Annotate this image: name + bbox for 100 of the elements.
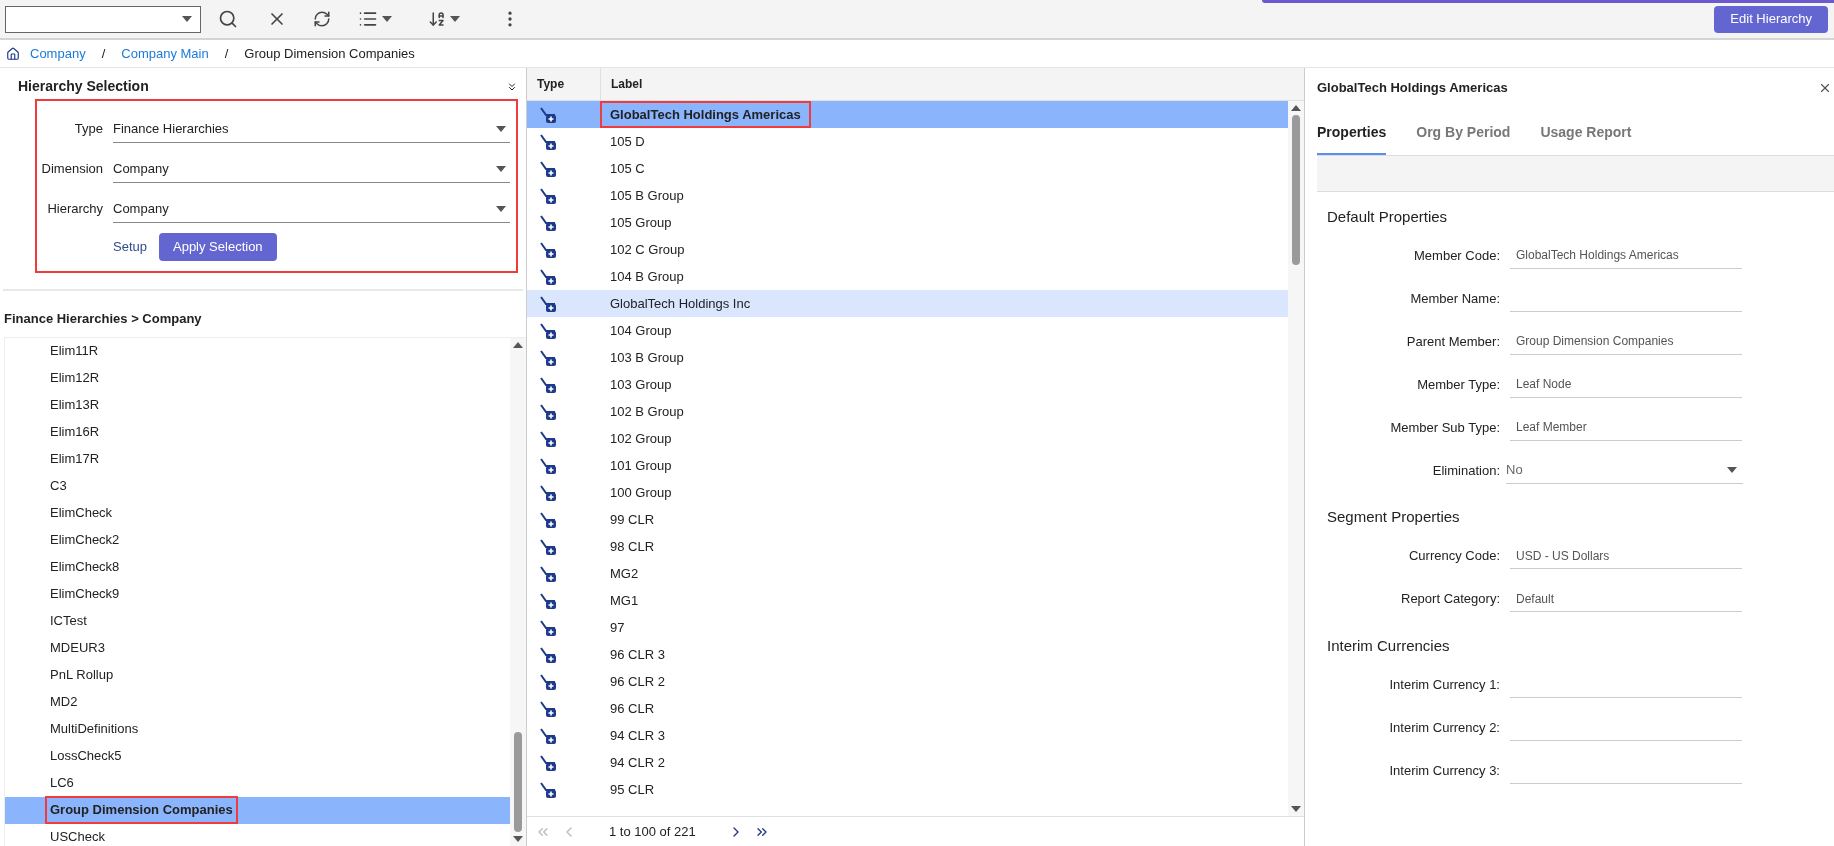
scrollbar-thumb[interactable] xyxy=(1292,115,1300,265)
column-header[interactable]: Label xyxy=(600,68,643,100)
edit-hierarchy-button[interactable]: Edit Hierarchy xyxy=(1714,5,1828,33)
tree-item[interactable]: LC6 xyxy=(5,769,510,797)
grid-row[interactable]: 101 Group xyxy=(527,452,1288,479)
dropdown[interactable]: No xyxy=(1506,457,1743,484)
breadcrumb-link[interactable]: Company Main xyxy=(121,43,209,64)
dropdown[interactable]: Company xyxy=(113,195,510,223)
grid-row[interactable]: 103 Group xyxy=(527,371,1288,398)
scrollbar[interactable] xyxy=(510,337,526,846)
tree-item[interactable]: Group Dimension Companies xyxy=(5,796,510,824)
input-field[interactable]: Default xyxy=(1510,586,1742,612)
input-field[interactable]: Leaf Member xyxy=(1510,414,1742,441)
input-field[interactable]: Group Dimension Companies xyxy=(1510,328,1742,355)
tab[interactable]: Usage Report xyxy=(1540,121,1632,155)
grid-row[interactable]: 95 CLR xyxy=(527,776,1288,803)
grid-row[interactable]: MG1 xyxy=(527,587,1288,614)
input-field[interactable]: USD - US Dollars xyxy=(1510,543,1742,569)
field-label: Report Category: xyxy=(1400,590,1500,609)
grid-row[interactable]: 96 CLR 3 xyxy=(527,641,1288,668)
member-icon xyxy=(539,591,557,610)
grid-row[interactable]: 105 D xyxy=(527,128,1288,155)
field-label: Interim Currency 2: xyxy=(1388,718,1500,737)
tree-item[interactable]: C3 xyxy=(5,472,510,500)
collapse-icon[interactable] xyxy=(506,80,518,93)
tree-item[interactable]: ElimCheck8 xyxy=(5,553,510,581)
tree-item[interactable]: PnL Rollup xyxy=(5,661,510,689)
tree-item[interactable]: LossCheck5 xyxy=(5,742,510,770)
grid-row[interactable]: 96 CLR 2 xyxy=(527,668,1288,695)
grid-row[interactable]: 97 xyxy=(527,614,1288,641)
input-field[interactable]: GlobalTech Holdings Americas xyxy=(1510,242,1742,269)
field-label: Elimination: xyxy=(1431,461,1500,480)
caret-icon xyxy=(513,341,523,348)
grid-row[interactable]: 99 CLR xyxy=(527,506,1288,533)
member-icon xyxy=(539,240,557,259)
grid-row[interactable]: 104 Group xyxy=(527,317,1288,344)
tree-item[interactable]: MD2 xyxy=(5,688,510,716)
list-icon[interactable] xyxy=(358,9,378,29)
grid-row[interactable]: MG2 xyxy=(527,560,1288,587)
tab[interactable]: Org By Period xyxy=(1416,121,1511,155)
caret-icon xyxy=(496,165,506,172)
tree-item[interactable]: ElimCheck xyxy=(5,499,510,527)
tab[interactable]: Properties xyxy=(1317,121,1387,155)
home-icon[interactable] xyxy=(6,46,20,61)
tree-item[interactable]: ElimCheck2 xyxy=(5,526,510,554)
member-icon xyxy=(539,537,557,556)
grid-row[interactable]: 94 CLR 2 xyxy=(527,749,1288,776)
grid-row[interactable]: 105 C xyxy=(527,155,1288,182)
refresh-icon[interactable] xyxy=(313,10,331,28)
tree-item[interactable]: MDEUR3 xyxy=(5,634,510,662)
grid-row[interactable]: 94 CLR 3 xyxy=(527,722,1288,749)
field-label: Interim Currency 1: xyxy=(1388,675,1500,694)
grid-row[interactable]: GlobalTech Holdings Inc xyxy=(527,290,1288,317)
tree-item[interactable]: USCheck xyxy=(5,823,510,846)
tree-item[interactable]: MultiDefinitions xyxy=(5,715,510,743)
field-label: Hierarchy xyxy=(46,200,103,219)
member-icon xyxy=(539,294,557,313)
grid-row[interactable]: 103 B Group xyxy=(527,344,1288,371)
caret-icon xyxy=(1727,467,1737,473)
grid-row[interactable]: 96 CLR xyxy=(527,695,1288,722)
dropdown[interactable]: Company xyxy=(113,155,510,183)
caret-icon xyxy=(496,205,506,212)
grid-row[interactable]: 105 B Group xyxy=(527,182,1288,209)
grid-row[interactable]: 102 C Group xyxy=(527,236,1288,263)
grid-row[interactable]: 100 Group xyxy=(527,479,1288,506)
grid-row[interactable]: 102 Group xyxy=(527,425,1288,452)
search-combobox[interactable] xyxy=(5,5,201,33)
apply-selection-button[interactable]: Apply Selection xyxy=(159,233,277,261)
input-field[interactable]: Leaf Node xyxy=(1510,371,1742,398)
breadcrumb-link[interactable]: Company xyxy=(30,43,86,64)
scrollbar-thumb[interactable] xyxy=(514,732,522,832)
grid-row[interactable]: 104 B Group xyxy=(527,263,1288,290)
member-icon xyxy=(539,105,557,124)
scrollbar[interactable] xyxy=(1288,101,1304,816)
section-title: Interim Currencies xyxy=(1327,635,1451,656)
details-title: GlobalTech Holdings Americas xyxy=(1317,79,1508,97)
member-icon xyxy=(539,483,557,502)
search-icon[interactable] xyxy=(218,9,238,29)
grid-row[interactable]: 105 Group xyxy=(527,209,1288,236)
tree-item[interactable]: ElimCheck9 xyxy=(5,580,510,608)
grid-row[interactable]: 102 B Group xyxy=(527,398,1288,425)
tree-item[interactable]: Elim13R xyxy=(5,391,510,419)
tree-item[interactable]: Elim11R xyxy=(5,337,510,365)
setup-link[interactable]: Setup xyxy=(113,237,147,257)
breadcrumb-separator: / xyxy=(101,44,106,63)
field-label: Currency Code: xyxy=(1407,547,1500,566)
dropdown[interactable]: Finance Hierarchies xyxy=(113,115,510,143)
column-header[interactable]: Type xyxy=(527,75,600,93)
tree-item[interactable]: Elim16R xyxy=(5,418,510,446)
member-icon xyxy=(539,213,557,232)
grid-row[interactable]: GlobalTech Holdings Americas xyxy=(527,101,1288,128)
sort-icon[interactable] xyxy=(428,10,446,28)
section-title: Segment Properties xyxy=(1327,507,1461,527)
tree-item[interactable]: Elim17R xyxy=(5,445,510,473)
section-title: Default Properties xyxy=(1327,206,1449,227)
member-icon xyxy=(539,348,557,367)
grid-row[interactable]: 98 CLR xyxy=(527,533,1288,560)
member-icon xyxy=(539,780,557,799)
tree-item[interactable]: Elim12R xyxy=(5,364,510,392)
tree-item[interactable]: ICTest xyxy=(5,607,510,635)
